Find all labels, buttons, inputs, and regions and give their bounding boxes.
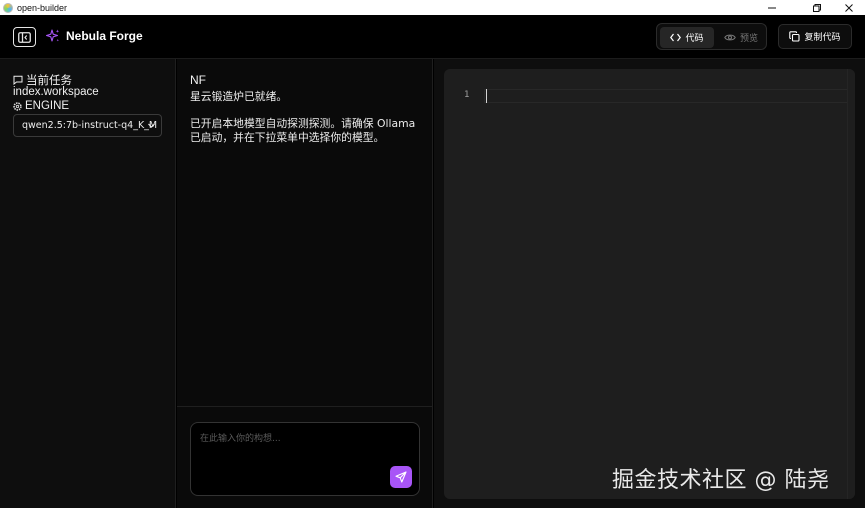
sidebar-toggle-button[interactable] (13, 27, 36, 47)
send-icon (395, 471, 407, 483)
code-editor[interactable]: 1 (444, 69, 855, 499)
send-button[interactable] (390, 466, 412, 488)
message-sender: NF (190, 73, 206, 87)
chat-input-area: 在此输入你的构想... (177, 406, 433, 508)
prompt-input-placeholder: 在此输入你的构想... (200, 434, 281, 444)
restore-button[interactable] (803, 0, 831, 15)
engine-label: ENGINE (25, 100, 70, 112)
sparkles-icon (46, 29, 60, 42)
editor-scrollbar[interactable] (847, 69, 855, 499)
message-line: 星云锻造炉已就绪。 (190, 90, 288, 103)
copy-icon (789, 31, 801, 42)
engine-row: ENGINE (13, 100, 69, 112)
chevron-down-icon (148, 123, 155, 128)
chat-panel: NF 星云锻造炉已就绪。 已开启本地模型自动探测探测。请确保 Ollama 已启… (177, 59, 433, 508)
window-titlebar: open-builder (0, 0, 865, 15)
line-number: 1 (464, 90, 470, 100)
gear-icon (13, 101, 22, 111)
text-cursor (486, 89, 487, 103)
model-select[interactable]: qwen2.5:7b-instruct-q4_K_M (13, 114, 162, 137)
copy-code-label: 复制代码 (804, 33, 841, 43)
minimize-icon (768, 7, 776, 8)
workspace-row[interactable]: index.workspace (13, 86, 99, 98)
editor-panel: 1 (434, 59, 865, 508)
task-sidebar: 当前任务 index.workspace ENGINE qwen2.5:7b-i… (0, 59, 176, 508)
close-button[interactable] (835, 0, 863, 15)
message-line: 已启动，并在下拉菜单中选择你的模型。 (190, 131, 385, 144)
sidebar-toggle-icon (18, 31, 31, 43)
preview-view-label: 预览 (739, 34, 758, 44)
eye-icon (724, 34, 736, 41)
prompt-input[interactable]: 在此输入你的构想... (190, 422, 420, 496)
watermark: 掘金技术社区 @ 陆尧 (612, 468, 830, 493)
minimize-button[interactable] (758, 0, 786, 15)
restore-icon (813, 3, 821, 12)
view-mode-toggle: 代码 预览 (656, 23, 767, 50)
app-logo-icon (3, 2, 13, 13)
brand-name: Nebula Forge (66, 29, 143, 43)
model-select-value: qwen2.5:7b-instruct-q4_K_M (22, 120, 158, 131)
chat-messages: NF 星云锻造炉已就绪。 已开启本地模型自动探测探测。请确保 Ollama 已启… (177, 59, 433, 406)
window-title: open-builder (17, 2, 68, 13)
workspace-name: index.workspace (13, 86, 99, 98)
code-brackets-icon (670, 33, 682, 42)
chat-bubble-icon (13, 75, 23, 85)
app-header: Nebula Forge 代码 预览 复制代码 (0, 15, 865, 59)
current-line-highlight (484, 89, 855, 103)
code-view-button[interactable]: 代码 (660, 27, 714, 48)
preview-view-button[interactable]: 预览 (717, 27, 765, 48)
copy-code-button[interactable]: 复制代码 (778, 24, 852, 49)
close-icon (845, 3, 853, 12)
code-view-label: 代码 (685, 34, 704, 44)
